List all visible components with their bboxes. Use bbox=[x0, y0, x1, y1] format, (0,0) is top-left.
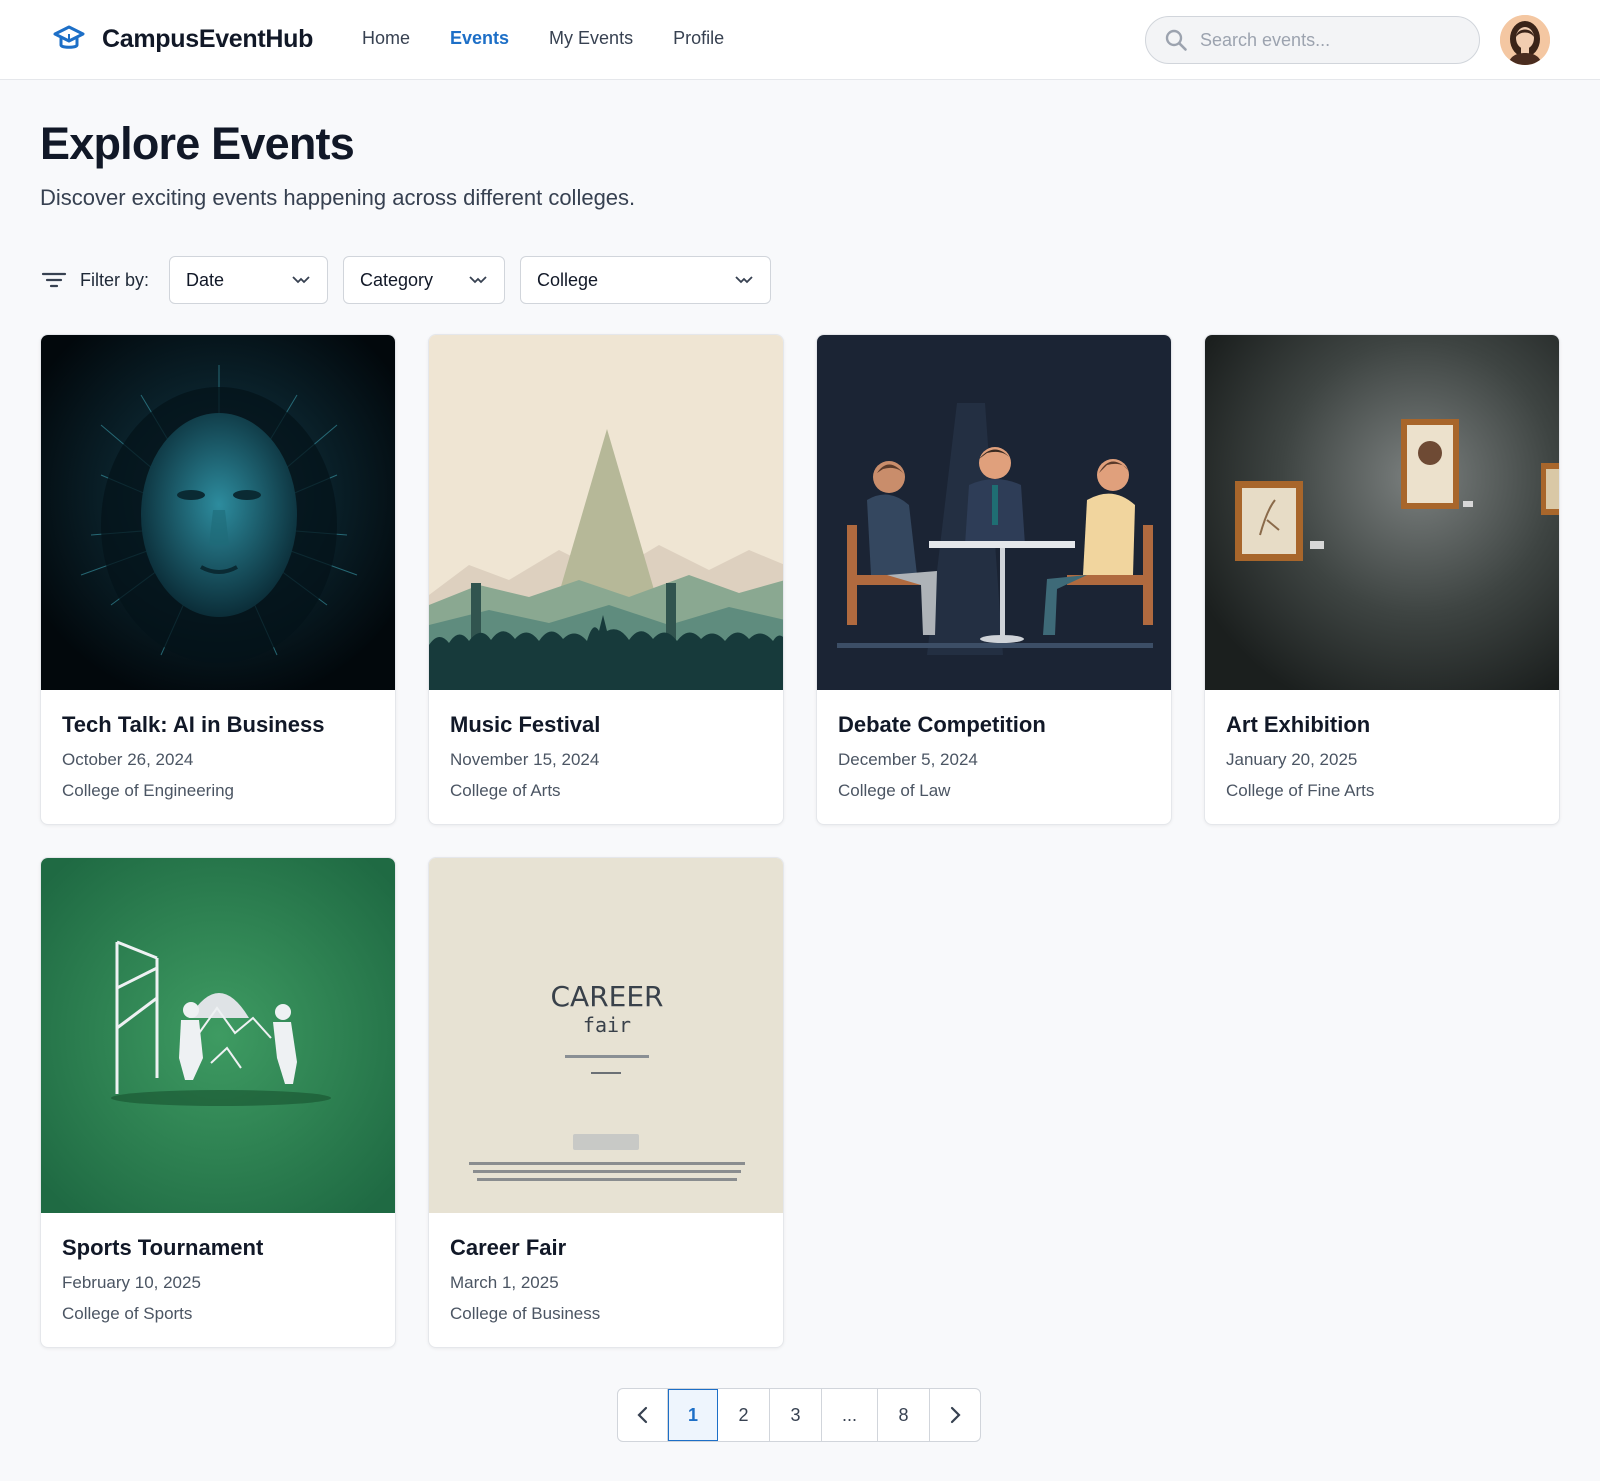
event-date: January 20, 2025 bbox=[1226, 750, 1358, 769]
event-college: College of Engineering bbox=[62, 781, 235, 800]
page-button-3[interactable]: 3 bbox=[770, 1389, 822, 1441]
event-title: Sports Tournament bbox=[62, 1235, 264, 1260]
event-title: Music Festival bbox=[450, 712, 601, 737]
event-title: Career Fair bbox=[450, 1235, 567, 1260]
college-filter-select[interactable]: College bbox=[520, 256, 772, 304]
next-page-button[interactable] bbox=[930, 1389, 980, 1441]
graduation-cap-icon bbox=[52, 22, 86, 56]
gallery-frames-photo bbox=[1205, 335, 1559, 690]
nav-profile[interactable]: Profile bbox=[673, 28, 724, 49]
poster-subtitle: fair bbox=[583, 1013, 631, 1037]
search-box[interactable] bbox=[1145, 16, 1480, 64]
page-button-1[interactable]: 1 bbox=[668, 1389, 718, 1441]
date-filter-select[interactable]: Date bbox=[169, 256, 329, 304]
chevron-down-icon bbox=[469, 276, 487, 284]
nav-events[interactable]: Events bbox=[450, 28, 509, 49]
page-ellipsis: ... bbox=[822, 1389, 878, 1441]
category-filter-value: Category bbox=[360, 269, 434, 290]
event-college: College of Sports bbox=[62, 1304, 193, 1323]
main-nav: Home Events My Events Profile bbox=[362, 28, 724, 49]
event-college: College of Arts bbox=[450, 781, 561, 800]
chevron-left-icon bbox=[636, 1406, 647, 1424]
search-icon bbox=[1164, 28, 1188, 52]
college-filter-value: College bbox=[537, 269, 599, 290]
career-fair-poster: CAREER fair bbox=[429, 858, 783, 1213]
ai-face-illustration bbox=[41, 335, 395, 690]
event-card-debate-competition[interactable]: Debate Competition December 5, 2024 Coll… bbox=[816, 334, 1172, 825]
date-filter-value: Date bbox=[186, 269, 225, 290]
page-subtitle: Discover exciting events happening acros… bbox=[40, 185, 636, 210]
page-button-8[interactable]: 8 bbox=[878, 1389, 930, 1441]
event-date: February 10, 2025 bbox=[62, 1273, 201, 1292]
user-avatar[interactable] bbox=[1500, 15, 1550, 65]
top-navigation-bar: CampusEventHub Home Events My Events Pro… bbox=[0, 0, 1600, 80]
brand[interactable]: CampusEventHub bbox=[52, 22, 313, 56]
event-date: November 15, 2024 bbox=[450, 750, 600, 769]
search-input[interactable] bbox=[1200, 29, 1450, 51]
event-college: College of Law bbox=[838, 781, 951, 800]
event-college: College of Business bbox=[450, 1304, 601, 1323]
debate-table-illustration bbox=[817, 335, 1171, 690]
event-title: Debate Competition bbox=[838, 712, 1046, 737]
event-college: College of Fine Arts bbox=[1226, 781, 1375, 800]
event-date: December 5, 2024 bbox=[838, 750, 978, 769]
chevron-down-icon bbox=[735, 276, 753, 284]
event-title: Tech Talk: AI in Business bbox=[62, 712, 325, 737]
page-title: Explore Events bbox=[40, 118, 355, 169]
poster-title: CAREER bbox=[551, 980, 664, 1013]
category-filter-select[interactable]: Category bbox=[343, 256, 506, 304]
concert-crowd-illustration bbox=[429, 335, 783, 690]
chevron-down-icon bbox=[292, 276, 310, 284]
event-card-sports-tournament[interactable]: Sports Tournament February 10, 2025 Coll… bbox=[40, 857, 396, 1348]
filter-label: Filter by: bbox=[80, 269, 150, 290]
event-date: March 1, 2025 bbox=[450, 1273, 559, 1292]
page-button-2[interactable]: 2 bbox=[718, 1389, 770, 1441]
event-card-career-fair[interactable]: CAREER fair Career Fair March 1, 2025 Co… bbox=[428, 857, 784, 1348]
filter-icon bbox=[40, 266, 68, 294]
event-date: October 26, 2024 bbox=[62, 750, 194, 769]
chevron-right-icon bbox=[950, 1406, 961, 1424]
previous-page-button[interactable] bbox=[618, 1389, 668, 1441]
event-card-music-festival[interactable]: Music Festival November 15, 2024 College… bbox=[428, 334, 784, 825]
filter-bar: Filter by: Date Category College bbox=[40, 256, 786, 304]
nav-my-events[interactable]: My Events bbox=[549, 28, 633, 49]
nav-home[interactable]: Home bbox=[362, 28, 410, 49]
event-card-art-exhibition[interactable]: Art Exhibition January 20, 2025 College … bbox=[1204, 334, 1560, 825]
brand-name: CampusEventHub bbox=[102, 24, 314, 53]
pagination: 1 2 3 ... 8 bbox=[617, 1388, 981, 1442]
event-title: Art Exhibition bbox=[1226, 712, 1371, 737]
event-card-tech-talk[interactable]: Tech Talk: AI in Business October 26, 20… bbox=[40, 334, 396, 825]
sports-figures-illustration bbox=[41, 858, 395, 1213]
